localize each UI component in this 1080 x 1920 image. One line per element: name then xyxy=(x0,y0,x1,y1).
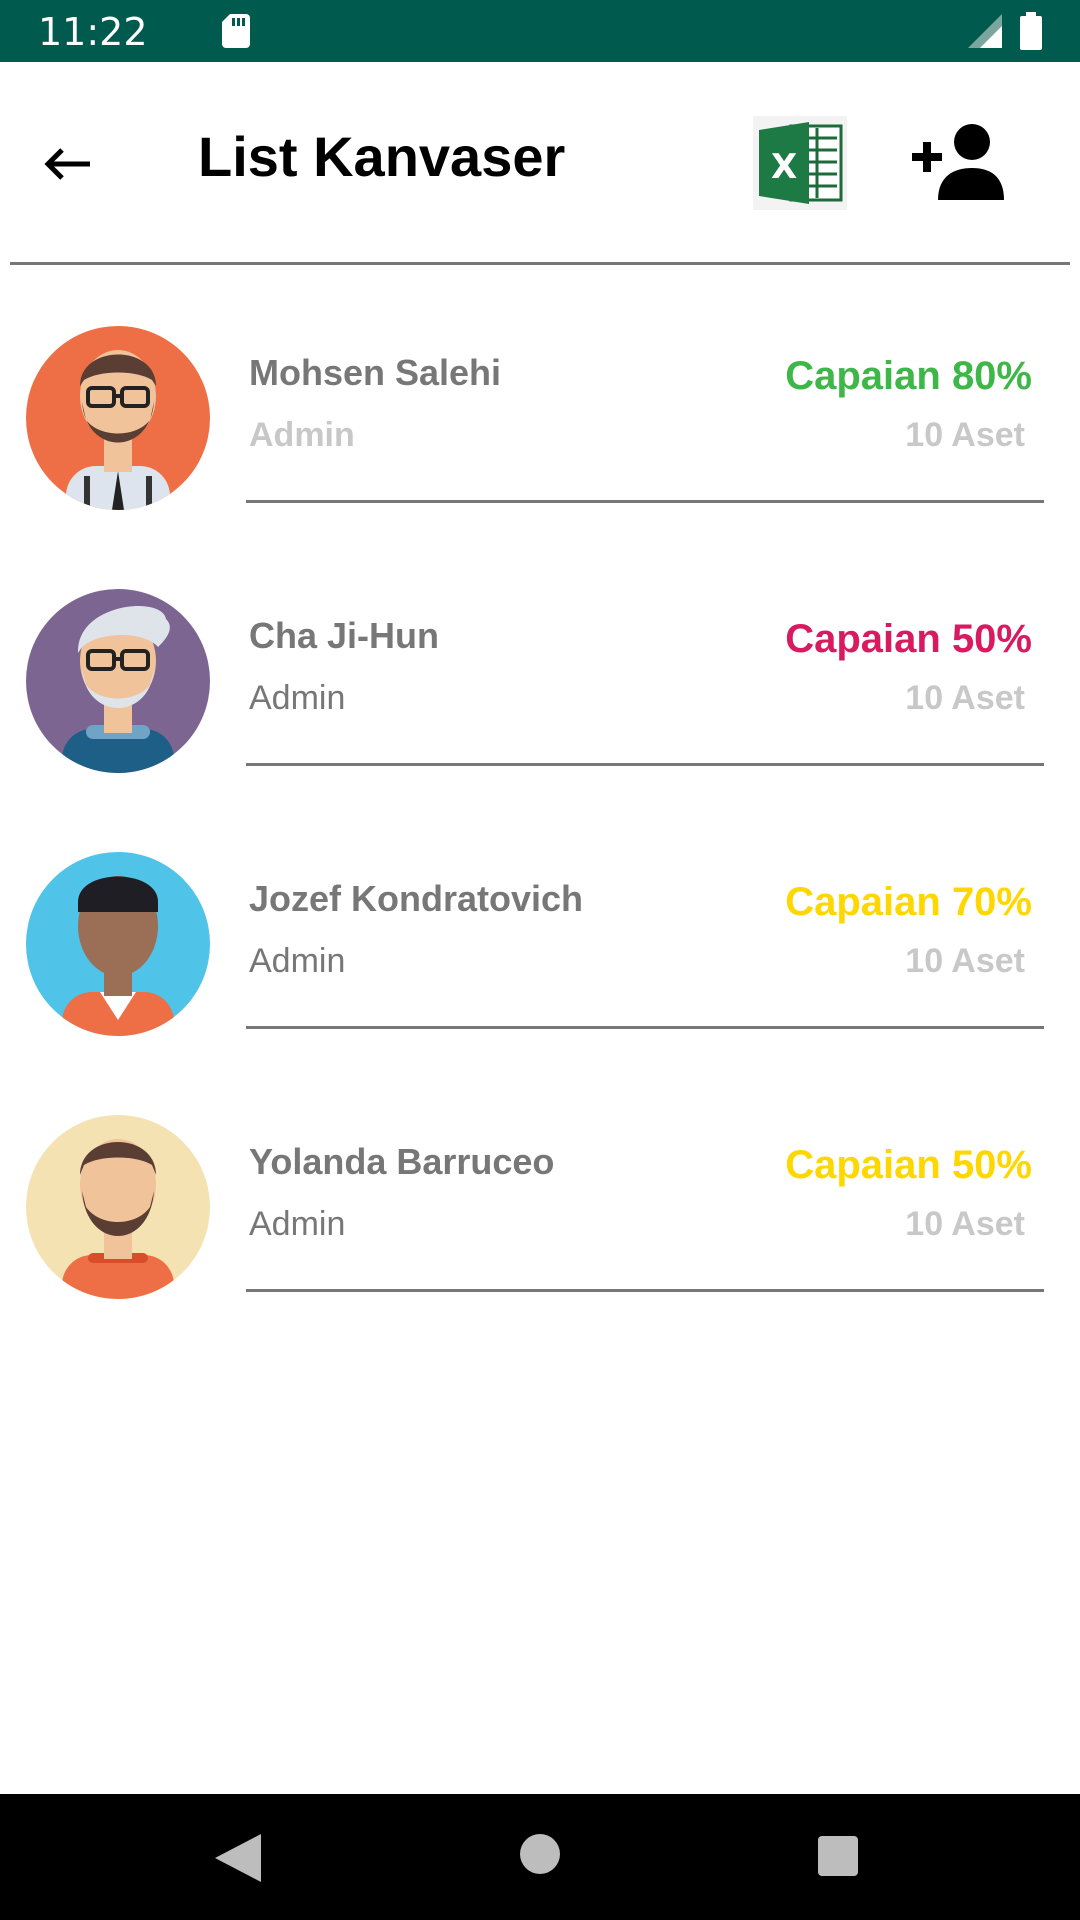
nav-home-icon[interactable] xyxy=(520,1834,560,1874)
app-header: List Kanvaser X xyxy=(0,62,1080,265)
list-item[interactable]: Cha Ji-Hun Admin Capaian 50% 10 Aset xyxy=(0,527,1080,790)
list-item[interactable]: Yolanda Barruceo Admin Capaian 50% 10 As… xyxy=(0,1053,1080,1316)
asset-count: 10 Aset xyxy=(905,679,1025,717)
sd-card-icon xyxy=(222,14,250,48)
avatar-young-man-icon xyxy=(62,876,174,1036)
system-nav-bar xyxy=(0,1794,1080,1920)
list-item[interactable]: Mohsen Salehi Admin Capaian 80% 10 Aset xyxy=(0,264,1080,527)
canvasser-role: Admin xyxy=(249,679,346,717)
page-title: List Kanvaser xyxy=(198,125,566,188)
excel-export-button[interactable]: X xyxy=(753,116,847,210)
item-divider xyxy=(246,1289,1044,1292)
avatar xyxy=(26,589,210,773)
item-divider xyxy=(246,1026,1044,1029)
canvasser-role: Admin xyxy=(249,416,355,454)
back-button[interactable] xyxy=(40,134,100,194)
canvasser-role: Admin xyxy=(249,1205,346,1243)
canvasser-name: Cha Ji-Hun xyxy=(249,615,440,656)
list-item[interactable]: Jozef Kondratovich Admin Capaian 70% 10 … xyxy=(0,790,1080,1053)
avatar-elderly-glasses-icon xyxy=(62,605,174,773)
capaian-label: Capaian 50% xyxy=(785,617,1032,661)
status-time: 11:22 xyxy=(38,10,148,54)
avatar xyxy=(26,326,210,510)
asset-count: 10 Aset xyxy=(905,942,1025,980)
capaian-label: Capaian 50% xyxy=(785,1143,1032,1187)
asset-count: 10 Aset xyxy=(905,416,1025,454)
canvasser-name: Mohsen Salehi xyxy=(249,352,502,393)
svg-text:X: X xyxy=(771,147,797,187)
item-divider xyxy=(246,763,1044,766)
capaian-label: Capaian 80% xyxy=(785,354,1032,398)
avatar xyxy=(26,1115,210,1299)
signal-icon xyxy=(968,14,1002,48)
add-user-button[interactable] xyxy=(912,122,1004,200)
status-bar: 11:22 xyxy=(0,0,1080,62)
battery-icon xyxy=(1020,12,1042,50)
capaian-label: Capaian 70% xyxy=(785,880,1032,924)
item-divider xyxy=(246,500,1044,503)
canvasser-name: Jozef Kondratovich xyxy=(249,878,584,919)
avatar xyxy=(26,852,210,1036)
asset-count: 10 Aset xyxy=(905,1205,1025,1243)
canvasser-name: Yolanda Barruceo xyxy=(249,1141,555,1182)
canvasser-role: Admin xyxy=(249,942,346,980)
canvasser-list: Mohsen Salehi Admin Capaian 80% 10 Aset … xyxy=(0,264,1080,1316)
nav-recents-icon[interactable] xyxy=(818,1836,858,1876)
avatar-bearded-glasses-icon xyxy=(66,350,170,510)
nav-back-icon[interactable] xyxy=(215,1834,261,1882)
avatar-bearded-man-icon xyxy=(62,1139,174,1299)
